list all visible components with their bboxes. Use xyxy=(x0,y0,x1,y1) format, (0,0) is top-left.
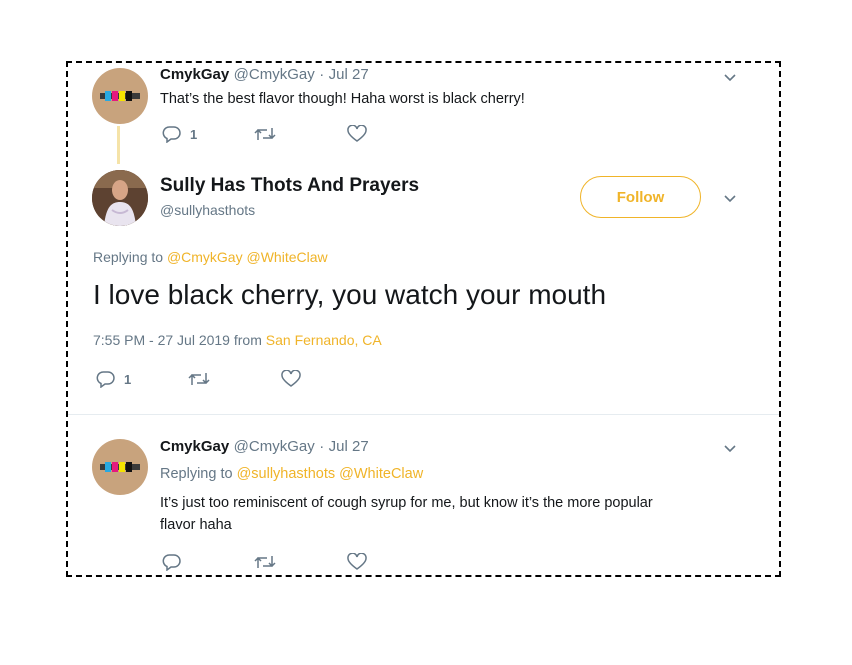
display-name[interactable]: CmykGay xyxy=(160,66,229,83)
reply-button[interactable]: 1 xyxy=(162,125,197,143)
retweet-icon xyxy=(254,125,276,143)
replying-prefix: Replying to xyxy=(160,466,233,482)
tweet-text-line: It’s just too reminiscent of cough syrup… xyxy=(160,495,653,511)
chevron-down-icon[interactable] xyxy=(722,69,738,90)
location-link[interactable]: San Fernando, CA xyxy=(266,332,382,348)
tweet-metadata: 7:55 PM - 27 Jul 2019 from San Fernando,… xyxy=(93,332,382,348)
reply-button[interactable] xyxy=(162,553,182,571)
replying-to: Replying to @CmykGay @WhiteClaw xyxy=(93,249,328,265)
tweet-header: CmykGay @CmykGay · Jul 27 xyxy=(160,66,369,84)
mention-link[interactable]: @WhiteClaw xyxy=(339,466,423,482)
tweet-text-line: flavor haha xyxy=(160,517,232,533)
tweet-timestamp[interactable]: 7:55 PM - 27 Jul 2019 from xyxy=(93,332,262,348)
like-icon xyxy=(281,370,301,388)
mention-link[interactable]: @CmykGay xyxy=(167,249,243,265)
display-name[interactable]: CmykGay xyxy=(160,438,229,455)
like-button[interactable] xyxy=(281,370,301,388)
thread-connector xyxy=(117,126,120,164)
retweet-button[interactable] xyxy=(254,553,276,571)
avatar[interactable] xyxy=(92,68,148,124)
retweet-icon xyxy=(188,370,210,388)
reply-count: 1 xyxy=(124,371,132,387)
like-button[interactable] xyxy=(347,553,367,571)
avatar[interactable] xyxy=(92,439,148,495)
reply-button[interactable]: 1 xyxy=(96,370,131,388)
avatar[interactable] xyxy=(92,170,148,226)
tweet-text: That’s the best flavor though! Haha wors… xyxy=(160,91,525,107)
reply-icon xyxy=(96,370,116,388)
reply-count: 1 xyxy=(190,126,198,142)
like-button[interactable] xyxy=(347,125,367,143)
tweet-date[interactable]: Jul 27 xyxy=(329,438,369,455)
like-icon xyxy=(347,125,367,143)
user-handle[interactable]: @CmykGay xyxy=(234,66,315,83)
follow-button[interactable]: Follow xyxy=(580,176,701,218)
separator-dot: · xyxy=(319,66,325,83)
replying-prefix: Replying to xyxy=(93,249,164,265)
like-icon xyxy=(347,553,367,571)
chevron-down-icon[interactable] xyxy=(722,190,738,211)
tweet-date[interactable]: Jul 27 xyxy=(329,66,369,83)
reply-icon xyxy=(162,125,182,143)
author-name[interactable]: Sully Has Thots And Prayers xyxy=(160,175,419,197)
replying-to: Replying to @sullyhasthots @WhiteClaw xyxy=(160,466,423,482)
chevron-down-icon[interactable] xyxy=(722,440,738,461)
user-handle[interactable]: @CmykGay xyxy=(234,438,315,455)
tweet-header: CmykGay @CmykGay · Jul 27 xyxy=(160,438,369,456)
mention-link[interactable]: @sullyhasthots xyxy=(237,466,336,482)
main-tweet-text: I love black cherry, you watch your mout… xyxy=(93,279,607,310)
mention-link[interactable]: @WhiteClaw xyxy=(247,249,328,265)
author-handle[interactable]: @sullyhasthots xyxy=(160,202,255,218)
retweet-button[interactable] xyxy=(188,370,210,388)
reply-icon xyxy=(162,553,182,571)
retweet-button[interactable] xyxy=(254,125,276,143)
divider xyxy=(68,414,779,415)
separator-dot: · xyxy=(319,438,325,455)
retweet-icon xyxy=(254,553,276,571)
